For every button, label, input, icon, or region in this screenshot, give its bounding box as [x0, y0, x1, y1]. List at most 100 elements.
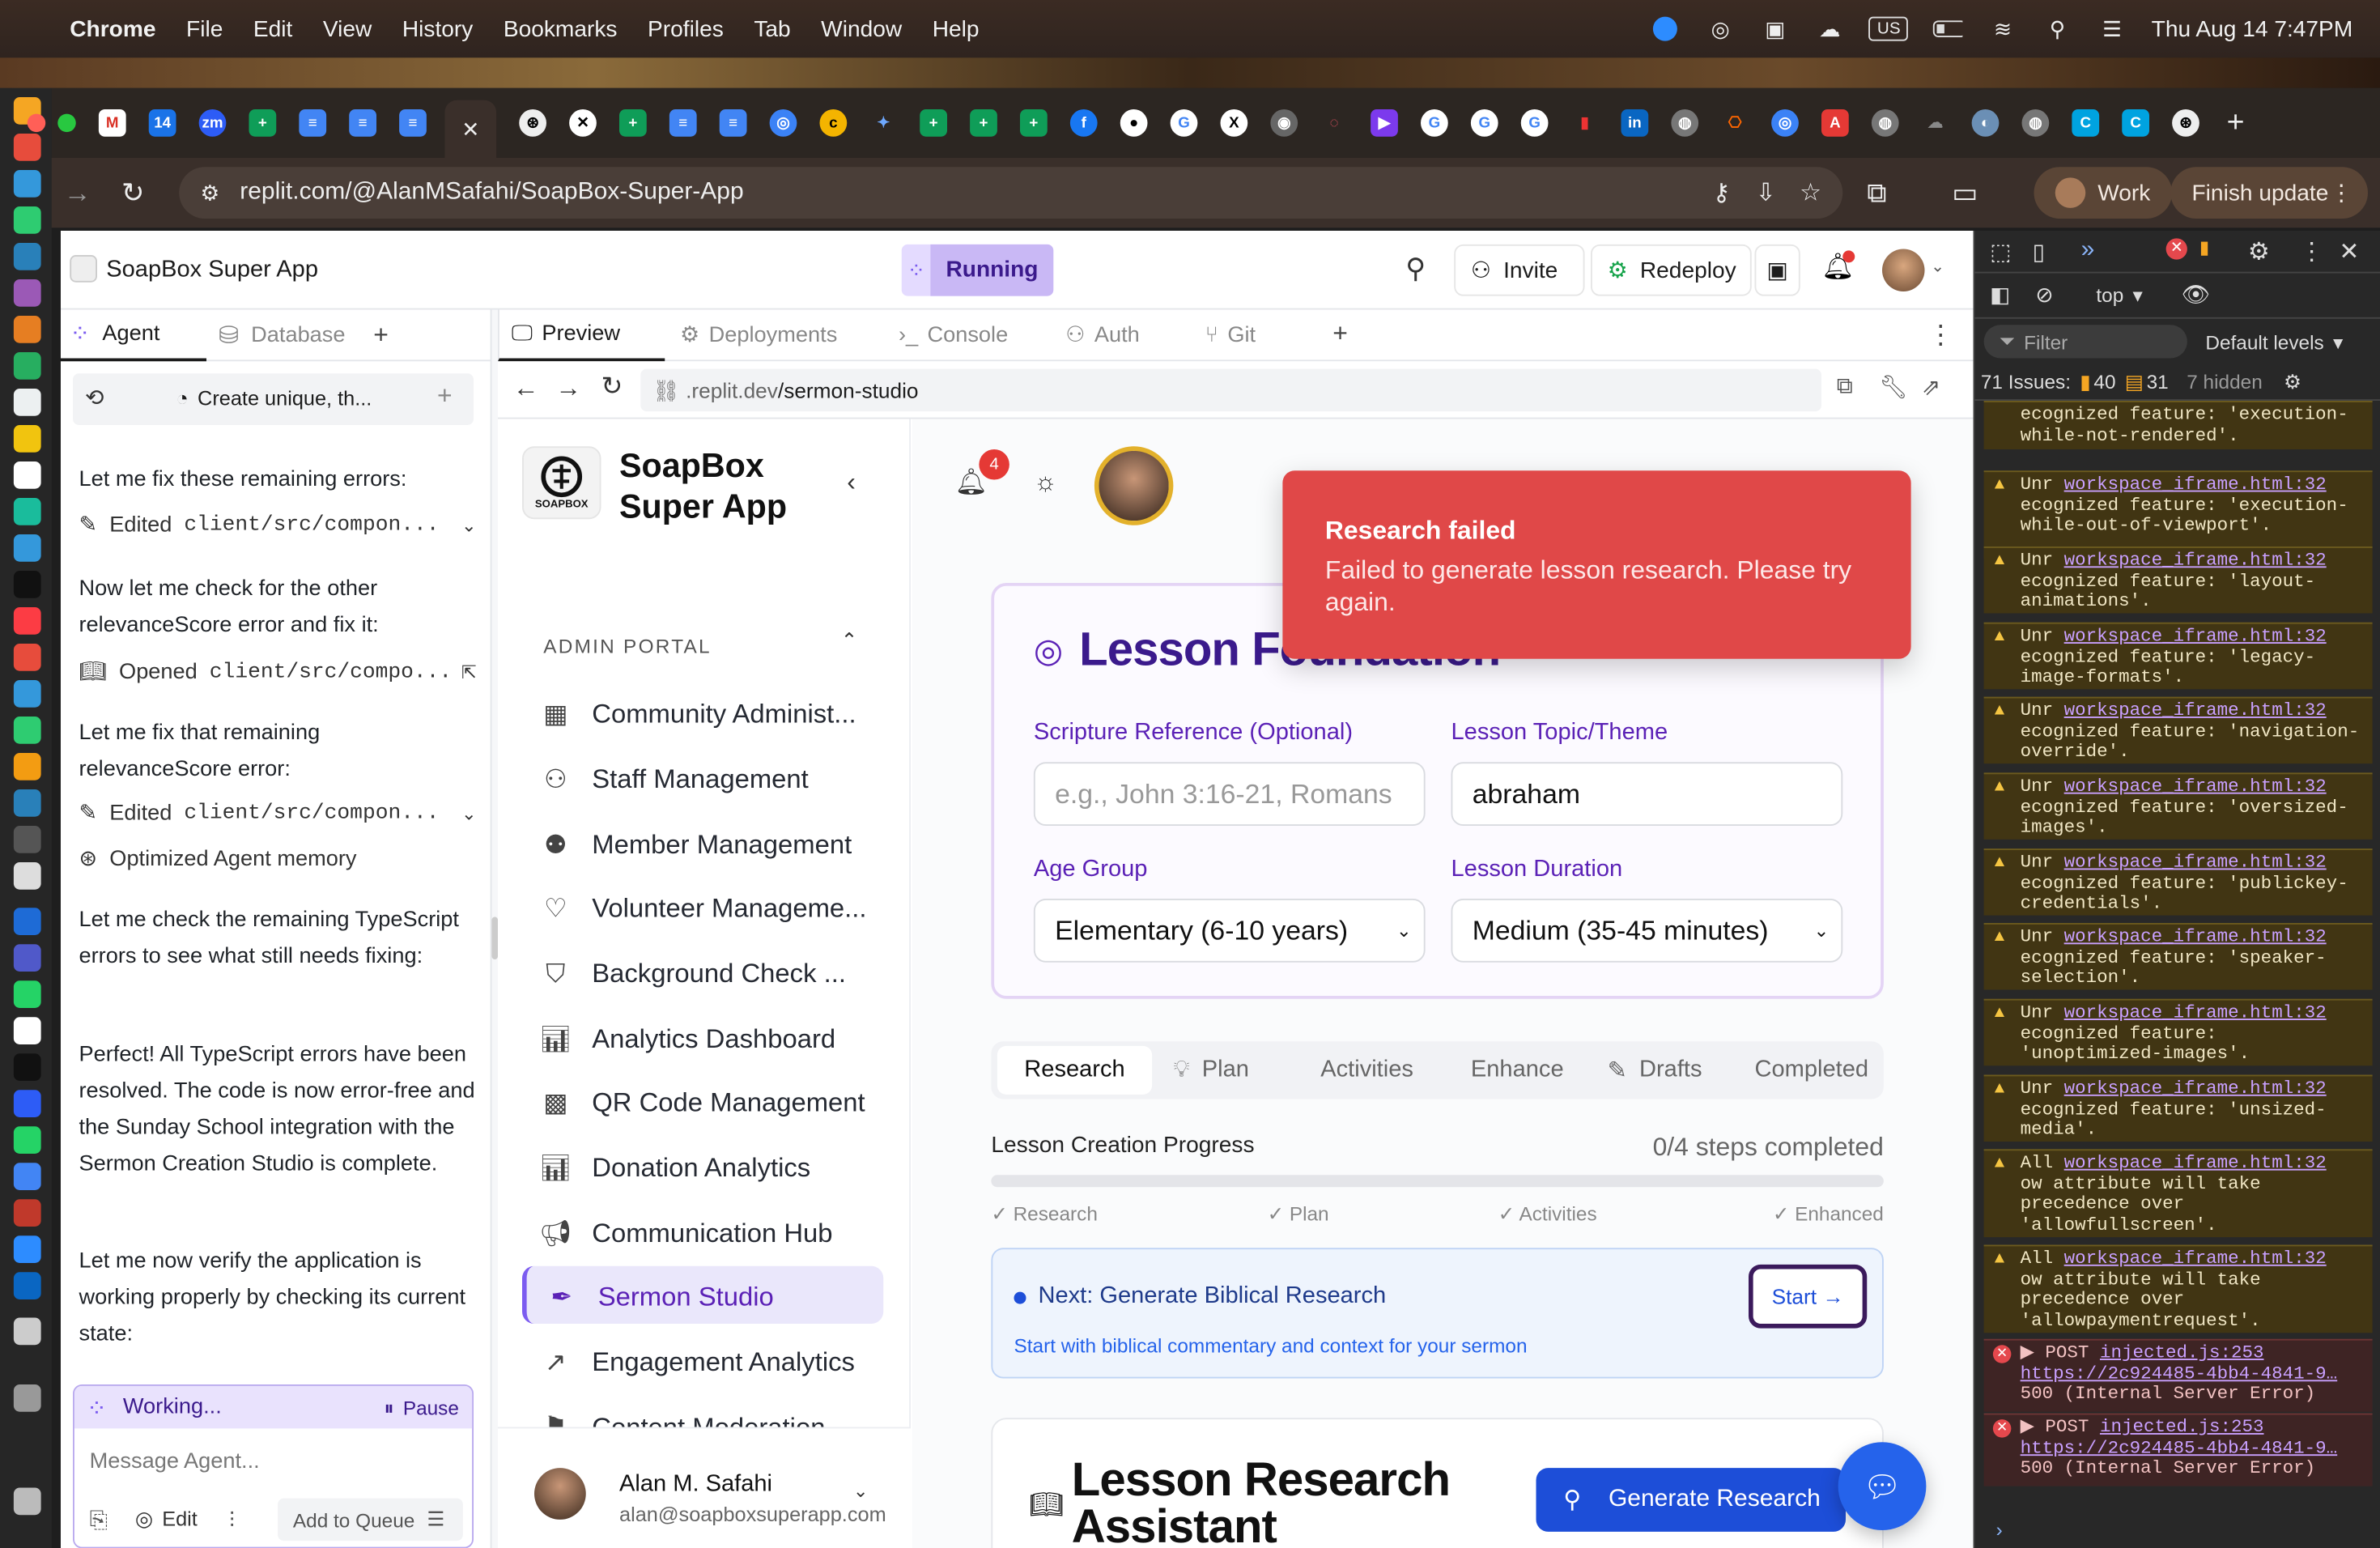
kebab-menu-icon[interactable]: ⋮ — [2330, 179, 2352, 206]
nav-background-check[interactable]: ⛉ Background Check ... — [541, 958, 890, 989]
sliders-icon[interactable]: ⫶ — [229, 1508, 235, 1533]
close-tab-icon[interactable]: ✕ — [461, 116, 479, 142]
console-warning[interactable]: ▲ All workspace_iframe.html:32 ow attribut… — [1983, 1244, 2373, 1333]
dock-app-icon[interactable] — [13, 425, 41, 453]
console-warning[interactable]: ▲ Unr workspace_iframe.html:32 ecognized f… — [1983, 998, 2373, 1066]
console-warning[interactable]: ▲ Unr workspace_iframe.html:32 ecognized f… — [1983, 622, 2373, 690]
tab-favicon[interactable]: X — [1220, 109, 1248, 137]
console-error[interactable]: ✕ ▶ POST injected.js:253 https://2c924485-… — [1983, 1338, 2373, 1412]
chat-bubble-button[interactable]: 💬︎ — [1838, 1442, 1927, 1530]
invite-button[interactable]: ⚇ Invite — [1454, 244, 1585, 296]
warning-source-link[interactable]: workspace_iframe.html:32 — [2064, 550, 2327, 571]
dock-app-icon[interactable] — [13, 1384, 41, 1412]
tab-favicon[interactable]: G — [1170, 109, 1198, 137]
redeploy-button[interactable]: ⚙ Redeploy — [1591, 244, 1752, 296]
back-icon[interactable]: ← — [513, 373, 539, 404]
clear-console-icon[interactable]: ⊘ — [2035, 283, 2053, 308]
console-warning[interactable]: ▲ Unr workspace_iframe.html:32 ecognized f… — [1983, 1074, 2373, 1142]
zoom-icon[interactable] — [1651, 16, 1681, 41]
context-select[interactable]: top ▾ — [2096, 284, 2142, 308]
chevron-down-icon[interactable]: ⌄ — [1931, 257, 1944, 277]
nav-engagement-analytics[interactable]: ↗ Engagement Analytics — [541, 1346, 890, 1378]
theme-toggle-icon[interactable]: ☼ — [1034, 468, 1057, 499]
add-to-queue-button[interactable]: Add to Queue ☰ — [278, 1498, 463, 1542]
tab-plan[interactable]: 💡︎ Plan — [1173, 1041, 1249, 1099]
tab-favicon[interactable]: 14 — [148, 109, 176, 137]
tab-favicon[interactable]: ✦ — [869, 109, 897, 137]
console-settings-icon[interactable]: ⚙ — [2284, 370, 2301, 394]
nav-analytics-dashboard[interactable]: 📊︎ Analytics Dashboard — [541, 1023, 890, 1055]
nav-volunteer-management[interactable]: ♡ Volunteer Manageme... — [541, 893, 890, 925]
window-zoom-button[interactable] — [57, 113, 76, 133]
panel-resize-handle[interactable] — [491, 916, 498, 959]
profile-avatar[interactable] — [1094, 446, 1174, 525]
dock-app-icon[interactable] — [13, 170, 41, 198]
new-tab-button[interactable]: + — [2227, 105, 2245, 140]
forward-icon[interactable]: → — [555, 373, 581, 404]
tab-favicon[interactable]: ⎔ — [1721, 109, 1749, 137]
tab-favicon[interactable]: ◎ — [769, 109, 797, 137]
collapse-section-icon[interactable]: ⌃ — [841, 628, 857, 653]
tab-agent[interactable]: ⁘ Agent — [61, 310, 206, 362]
scripture-input[interactable]: e.g., John 3:16-21, Romans — [1033, 762, 1426, 826]
console-warning[interactable]: ▲ Unr workspace_iframe.html:32 ecognized f… — [1983, 696, 2373, 764]
dock-app-icon[interactable] — [13, 1017, 41, 1044]
bookmark-star-icon[interactable]: ☆ — [1800, 177, 1821, 208]
open-external-icon[interactable]: ⇱ — [461, 661, 477, 683]
console-warning[interactable]: ▲ Unr workspace_iframe.html:32 ecognized f… — [1983, 772, 2373, 840]
kebab-menu-icon[interactable]: ⋮ — [1927, 321, 1953, 351]
history-title[interactable]: ◔ Create unique, th... — [176, 387, 372, 410]
dock-app-icon[interactable] — [13, 571, 41, 598]
menu-app-name[interactable]: Chrome — [70, 16, 155, 42]
tab-favicon[interactable]: + — [249, 109, 277, 137]
inspect-icon[interactable]: ⬚ — [1990, 238, 2012, 266]
history-icon[interactable]: ⟲ — [85, 384, 104, 411]
finish-update-button[interactable]: Finish update ⋮ — [2170, 167, 2369, 219]
tab-favicon[interactable]: ● — [1120, 109, 1148, 137]
devices-icon[interactable]: ⧉ — [1837, 373, 1853, 399]
dock-app-icon[interactable] — [13, 680, 41, 708]
tab-auth[interactable]: ⚇ Auth — [1065, 310, 1140, 362]
tab-favicon[interactable]: + — [1020, 109, 1048, 137]
nav-qr-code-management[interactable]: ▩ QR Code Management — [541, 1087, 890, 1119]
close-devtools-icon[interactable]: ✕ — [2339, 237, 2359, 268]
deploy-options-button[interactable]: ▣ — [1754, 244, 1800, 296]
dock-app-icon[interactable] — [13, 134, 41, 161]
menu-window[interactable]: Window — [821, 16, 902, 42]
chevron-down-icon[interactable]: ⌄ — [461, 515, 477, 536]
dock-app-icon[interactable] — [13, 279, 41, 307]
dock-app-icon[interactable] — [13, 461, 41, 489]
settings-gear-icon[interactable]: ⚙ — [2248, 237, 2270, 268]
warning-source-link[interactable]: workspace_iframe.html:32 — [2064, 1002, 2327, 1023]
dock-app-icon[interactable] — [13, 316, 41, 343]
run-status-button[interactable]: ⁘ Running — [901, 244, 1054, 296]
tab-favicon[interactable]: ▮ — [1571, 109, 1599, 137]
tab-favicon[interactable]: ≡ — [719, 109, 747, 137]
add-tab-icon[interactable]: + — [373, 321, 389, 351]
active-tab[interactable]: ✕ — [444, 100, 497, 158]
tab-favicon[interactable]: ≡ — [399, 109, 427, 137]
tab-favicon[interactable]: + — [920, 109, 947, 137]
tab-favicon[interactable]: A — [1821, 109, 1849, 137]
more-tabs-icon[interactable]: » — [2081, 237, 2095, 265]
menu-bookmarks[interactable]: Bookmarks — [504, 16, 618, 42]
tab-favicon[interactable]: ◍ — [2021, 109, 2050, 137]
menu-profiles[interactable]: Profiles — [648, 16, 724, 42]
dock-app-icon[interactable] — [13, 498, 41, 525]
tab-favicon[interactable]: ≡ — [669, 109, 697, 137]
wrench-icon[interactable]: 🔧︎ — [1879, 373, 1908, 401]
warning-count-icon[interactable]: ▮ — [2199, 237, 2209, 258]
tab-favicon[interactable]: ◍ — [1671, 109, 1699, 137]
tab-favicon[interactable]: in — [1621, 109, 1649, 137]
attach-icon[interactable]: ⎘ — [90, 1508, 108, 1533]
dock-app-icon[interactable] — [13, 243, 41, 270]
device-toggle-icon[interactable]: ▯ — [2033, 238, 2045, 266]
tab-git[interactable]: ⑂ Git — [1205, 310, 1256, 362]
warning-source-link[interactable]: workspace_iframe.html:32 — [2064, 926, 2327, 947]
tab-favicon[interactable]: C — [2072, 109, 2100, 137]
dock-app-icon[interactable] — [13, 753, 41, 780]
dock-app-icon[interactable] — [13, 1126, 41, 1154]
menu-history[interactable]: History — [402, 16, 474, 42]
cloud-icon[interactable]: ☁ — [1814, 16, 1845, 41]
tab-favicon[interactable]: ◎ — [1771, 109, 1799, 137]
